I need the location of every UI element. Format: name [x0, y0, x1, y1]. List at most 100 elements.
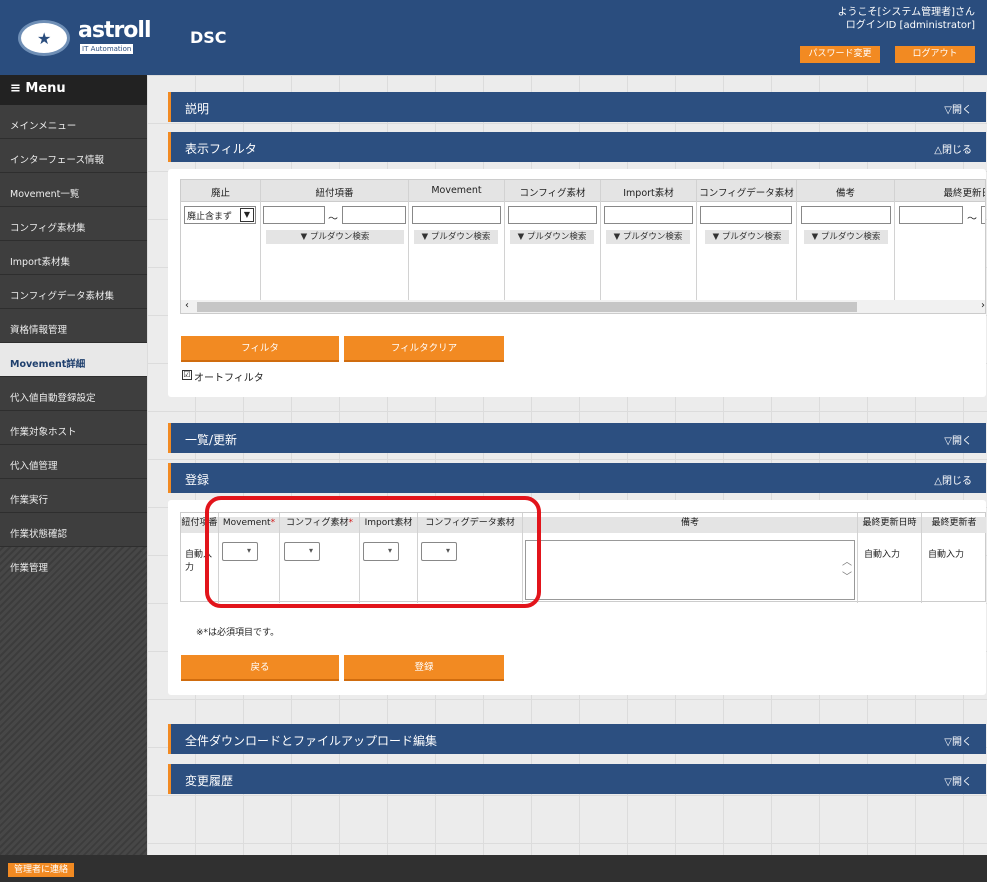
register-button[interactable]: 登録: [344, 655, 504, 681]
config-data-filter-input[interactable]: [700, 206, 792, 224]
register-col-last-updater: 最終更新者 自動入力: [922, 513, 986, 603]
link-no-from-input[interactable]: [263, 206, 325, 224]
filter-col-remarks: 備考 ▼ プルダウン検索: [797, 180, 895, 313]
register-col-remarks: 備考 ︿ ﹀: [523, 513, 858, 603]
sidebar-item-job-management[interactable]: 作業管理: [0, 547, 147, 581]
textarea-scroll-icon[interactable]: ︿ ﹀: [842, 555, 852, 585]
welcome-message: ようこそ[システム管理者]さん ログインID [administrator]: [837, 6, 975, 32]
sidebar-item-credentials[interactable]: 資格情報管理: [0, 309, 147, 343]
column-header: 廃止: [210, 188, 230, 199]
column-header: 最終更新者: [922, 517, 986, 533]
sidebar-item-movement-list[interactable]: Movement一覧: [0, 173, 147, 207]
column-header: 最終更新日: [943, 188, 985, 199]
link-no-to-input[interactable]: [342, 206, 406, 224]
login-id: ログインID [administrator]: [845, 20, 975, 31]
required-note: ※*は必須項目です。: [196, 628, 280, 638]
expand-toggle[interactable]: ▽開く: [944, 773, 972, 788]
sidebar-menu: ≡ Menu メインメニュー インターフェース情報 Movement一覧 コンフ…: [0, 75, 147, 855]
column-header: コンフィグ素材: [519, 188, 586, 199]
movement-filter-input[interactable]: [412, 206, 501, 224]
column-header: 備考: [523, 517, 857, 533]
menu-header[interactable]: ≡ Menu: [0, 75, 147, 105]
last-update-from-input[interactable]: [899, 206, 963, 224]
sidebar-item-main-menu[interactable]: メインメニュー: [0, 105, 147, 139]
logout-button[interactable]: ログアウト: [895, 46, 975, 63]
section-title: 表示フィルタ: [185, 142, 257, 156]
pulldown-search-button[interactable]: ▼ プルダウン検索: [266, 230, 404, 244]
section-list-bar[interactable]: 一覧/更新 ▽開く: [168, 423, 986, 453]
scrollbar-thumb[interactable]: [197, 302, 857, 312]
dropdown-arrow-icon: ▼: [240, 208, 254, 222]
sidebar-item-import-materials[interactable]: Import素材集: [0, 241, 147, 275]
section-filter-bar[interactable]: 表示フィルタ △閉じる: [168, 132, 986, 162]
main-content: 説明 ▽開く 表示フィルタ △閉じる 廃止 廃止含まず ▼ 紐付項番 ～ ▼ プ…: [147, 75, 987, 855]
discard-select[interactable]: 廃止含まず ▼: [184, 206, 256, 224]
expand-toggle[interactable]: ▽開く: [944, 101, 972, 116]
section-title: 全件ダウンロードとファイルアップロード編集: [185, 734, 438, 748]
range-separator: ～: [967, 214, 977, 225]
remarks-filter-input[interactable]: [801, 206, 891, 224]
filter-col-movement: Movement ▼ プルダウン検索: [409, 180, 505, 313]
auto-filter-checkbox[interactable]: ☑: [182, 370, 192, 380]
column-header: コンフィグデータ素材: [699, 188, 794, 199]
filter-col-config: コンフィグ素材 ▼ プルダウン検索: [505, 180, 601, 313]
register-col-last-update-date: 最終更新日時 自動入力: [858, 513, 922, 603]
sidebar-item-execution[interactable]: 作業実行: [0, 479, 147, 513]
sidebar-item-substitution-values[interactable]: 代入値管理: [0, 445, 147, 479]
collapse-toggle[interactable]: △閉じる: [934, 141, 972, 156]
expand-toggle[interactable]: ▽開く: [944, 733, 972, 748]
import-filter-input[interactable]: [604, 206, 693, 224]
section-title: 一覧/更新: [185, 433, 238, 447]
expand-toggle[interactable]: ▽開く: [944, 432, 972, 447]
remarks-textarea[interactable]: ︿ ﹀: [525, 540, 855, 600]
discard-select-value: 廃止含まず: [187, 212, 233, 222]
logo-text: astroll: [78, 18, 152, 43]
app-footer: 管理者に連絡: [0, 855, 987, 882]
filter-button[interactable]: フィルタ: [181, 336, 339, 362]
filter-clear-button[interactable]: フィルタクリア: [344, 336, 504, 362]
scroll-left-icon[interactable]: ‹: [185, 300, 189, 311]
pulldown-search-button[interactable]: ▼ プルダウン検索: [414, 230, 498, 244]
filter-panel: 廃止 廃止含まず ▼ 紐付項番 ～ ▼ プルダウン検索 Movement ▼ プ…: [168, 169, 986, 397]
astroll-logo[interactable]: astroll IT Automation: [10, 18, 168, 58]
pulldown-search-button[interactable]: ▼ プルダウン検索: [510, 230, 594, 244]
sidebar-item-status-check[interactable]: 作業状態確認: [0, 513, 147, 547]
section-description-bar[interactable]: 説明 ▽開く: [168, 92, 986, 122]
welcome-user: ようこそ[システム管理者]さん: [837, 7, 975, 18]
section-title: 登録: [185, 473, 210, 487]
logo-subtitle: IT Automation: [80, 44, 134, 54]
back-button[interactable]: 戻る: [181, 655, 339, 681]
config-filter-input[interactable]: [508, 206, 597, 224]
sidebar-item-movement-detail[interactable]: Movement詳細: [0, 343, 147, 377]
section-history-bar[interactable]: 変更履歴 ▽開く: [168, 764, 986, 794]
highlight-annotation: [205, 496, 541, 608]
section-register-bar[interactable]: 登録 △閉じる: [168, 463, 986, 493]
sidebar-item-auto-registration[interactable]: 代入値自動登録設定: [0, 377, 147, 411]
filter-col-discard: 廃止 廃止含まず ▼: [181, 180, 261, 313]
auto-filter-label: オートフィルタ: [194, 373, 264, 384]
sidebar-item-interface-info[interactable]: インターフェース情報: [0, 139, 147, 173]
collapse-toggle[interactable]: △閉じる: [934, 472, 972, 487]
pulldown-search-button[interactable]: ▼ プルダウン検索: [606, 230, 690, 244]
section-download-bar[interactable]: 全件ダウンロードとファイルアップロード編集 ▽開く: [168, 724, 986, 754]
sidebar-item-config-materials[interactable]: コンフィグ素材集: [0, 207, 147, 241]
column-header: 紐付項番: [315, 188, 354, 199]
sidebar-item-config-data-materials[interactable]: コンフィグデータ素材集: [0, 275, 147, 309]
horizontal-scrollbar[interactable]: ‹ ›: [181, 300, 985, 313]
pulldown-search-button[interactable]: ▼ プルダウン検索: [705, 230, 789, 244]
app-title: DSC: [190, 28, 227, 47]
section-title: 変更履歴: [185, 774, 234, 788]
section-title: 説明: [185, 102, 210, 116]
contact-admin-button[interactable]: 管理者に連絡: [8, 863, 75, 877]
menu-title: Menu: [25, 81, 66, 96]
filter-col-config-data: コンフィグデータ素材 ▼ プルダウン検索: [697, 180, 797, 313]
auto-input-value: 自動入力: [864, 550, 901, 560]
pulldown-search-button[interactable]: ▼ プルダウン検索: [804, 230, 888, 244]
change-password-button[interactable]: パスワード変更: [800, 46, 880, 63]
sidebar-item-target-hosts[interactable]: 作業対象ホスト: [0, 411, 147, 445]
last-update-to-input[interactable]: [981, 206, 985, 224]
filter-col-link-no: 紐付項番 ～ ▼ プルダウン検索: [261, 180, 409, 313]
filter-table: 廃止 廃止含まず ▼ 紐付項番 ～ ▼ プルダウン検索 Movement ▼ プ…: [180, 179, 986, 314]
column-header: Import素材: [623, 188, 674, 199]
scroll-right-icon[interactable]: ›: [981, 300, 985, 311]
